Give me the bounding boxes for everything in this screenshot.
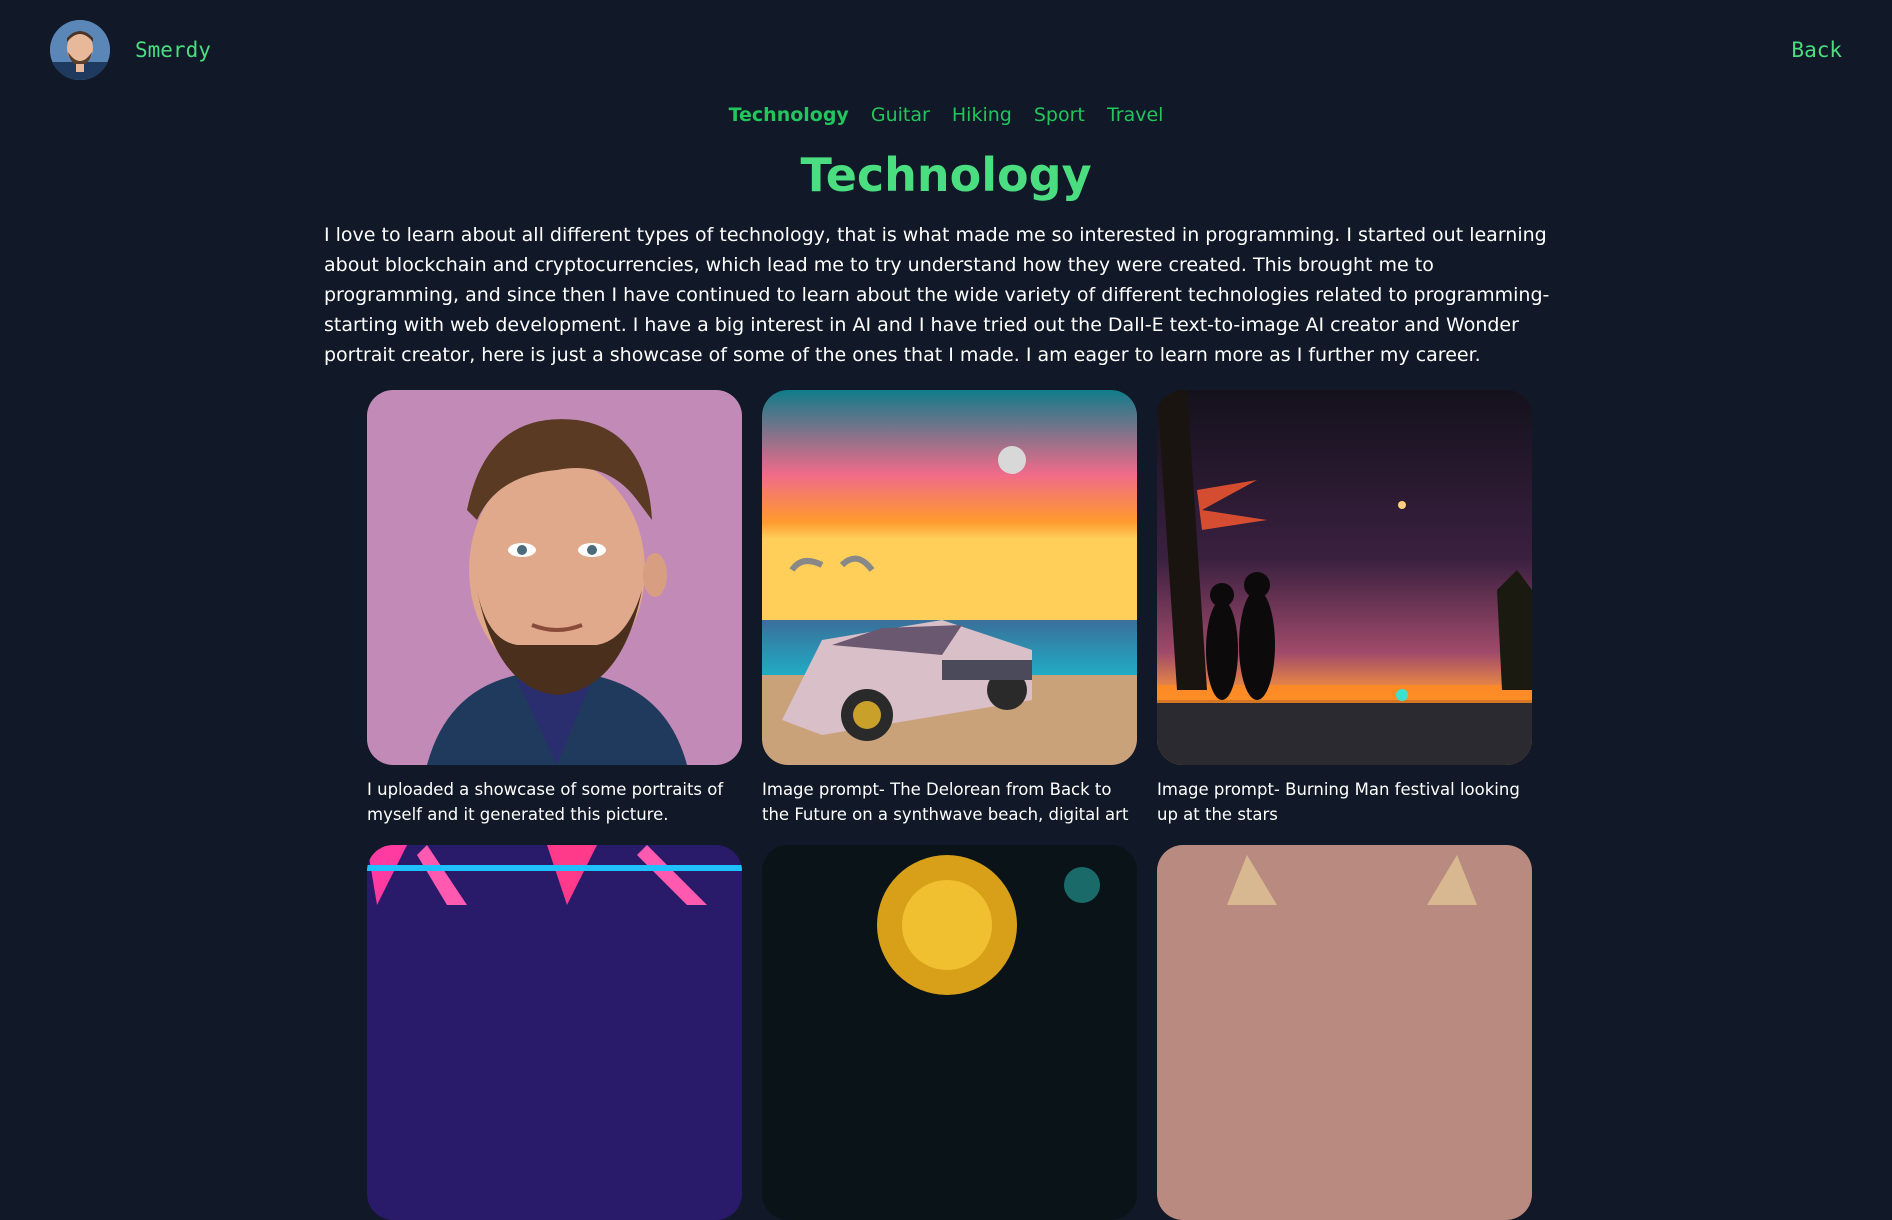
back-link[interactable]: Back <box>1791 38 1842 62</box>
page-title: Technology <box>800 148 1092 202</box>
tab-sport[interactable]: Sport <box>1034 104 1085 126</box>
cat-image[interactable] <box>1157 845 1532 1220</box>
avatar-image <box>50 20 110 80</box>
gallery-caption: I uploaded a showcase of some portraits … <box>367 780 724 824</box>
sun-space-image[interactable] <box>762 845 1137 1220</box>
gallery-caption: Image prompt- The Delorean from Back to … <box>762 780 1129 824</box>
portrait-image[interactable] <box>367 390 742 765</box>
intro-paragraph: I love to learn about all different type… <box>324 224 1550 366</box>
gallery-card: Image prompt- The Delorean from Back to … <box>762 390 1137 827</box>
tab-guitar[interactable]: Guitar <box>871 104 930 126</box>
gallery-card <box>367 845 742 1220</box>
gallery-card: Image prompt- Burning Man festival looki… <box>1157 390 1532 827</box>
avatar[interactable] <box>50 20 110 80</box>
burning-man-image[interactable] <box>1157 390 1532 765</box>
neon-city-image[interactable] <box>367 845 742 1220</box>
tab-travel[interactable]: Travel <box>1107 104 1163 126</box>
header: Smerdy Back <box>0 0 1892 100</box>
gallery-card <box>762 845 1137 1220</box>
tab-technology[interactable]: Technology <box>729 104 849 126</box>
site-name-link[interactable]: Smerdy <box>135 38 211 62</box>
delorean-beach-image[interactable] <box>762 390 1137 765</box>
gallery-caption: Image prompt- Burning Man festival looki… <box>1157 780 1520 824</box>
gallery-card: I uploaded a showcase of some portraits … <box>367 390 742 827</box>
category-nav: Technology Guitar Hiking Sport Travel <box>0 104 1892 126</box>
gallery-card <box>1157 845 1532 1220</box>
tab-hiking[interactable]: Hiking <box>952 104 1012 126</box>
